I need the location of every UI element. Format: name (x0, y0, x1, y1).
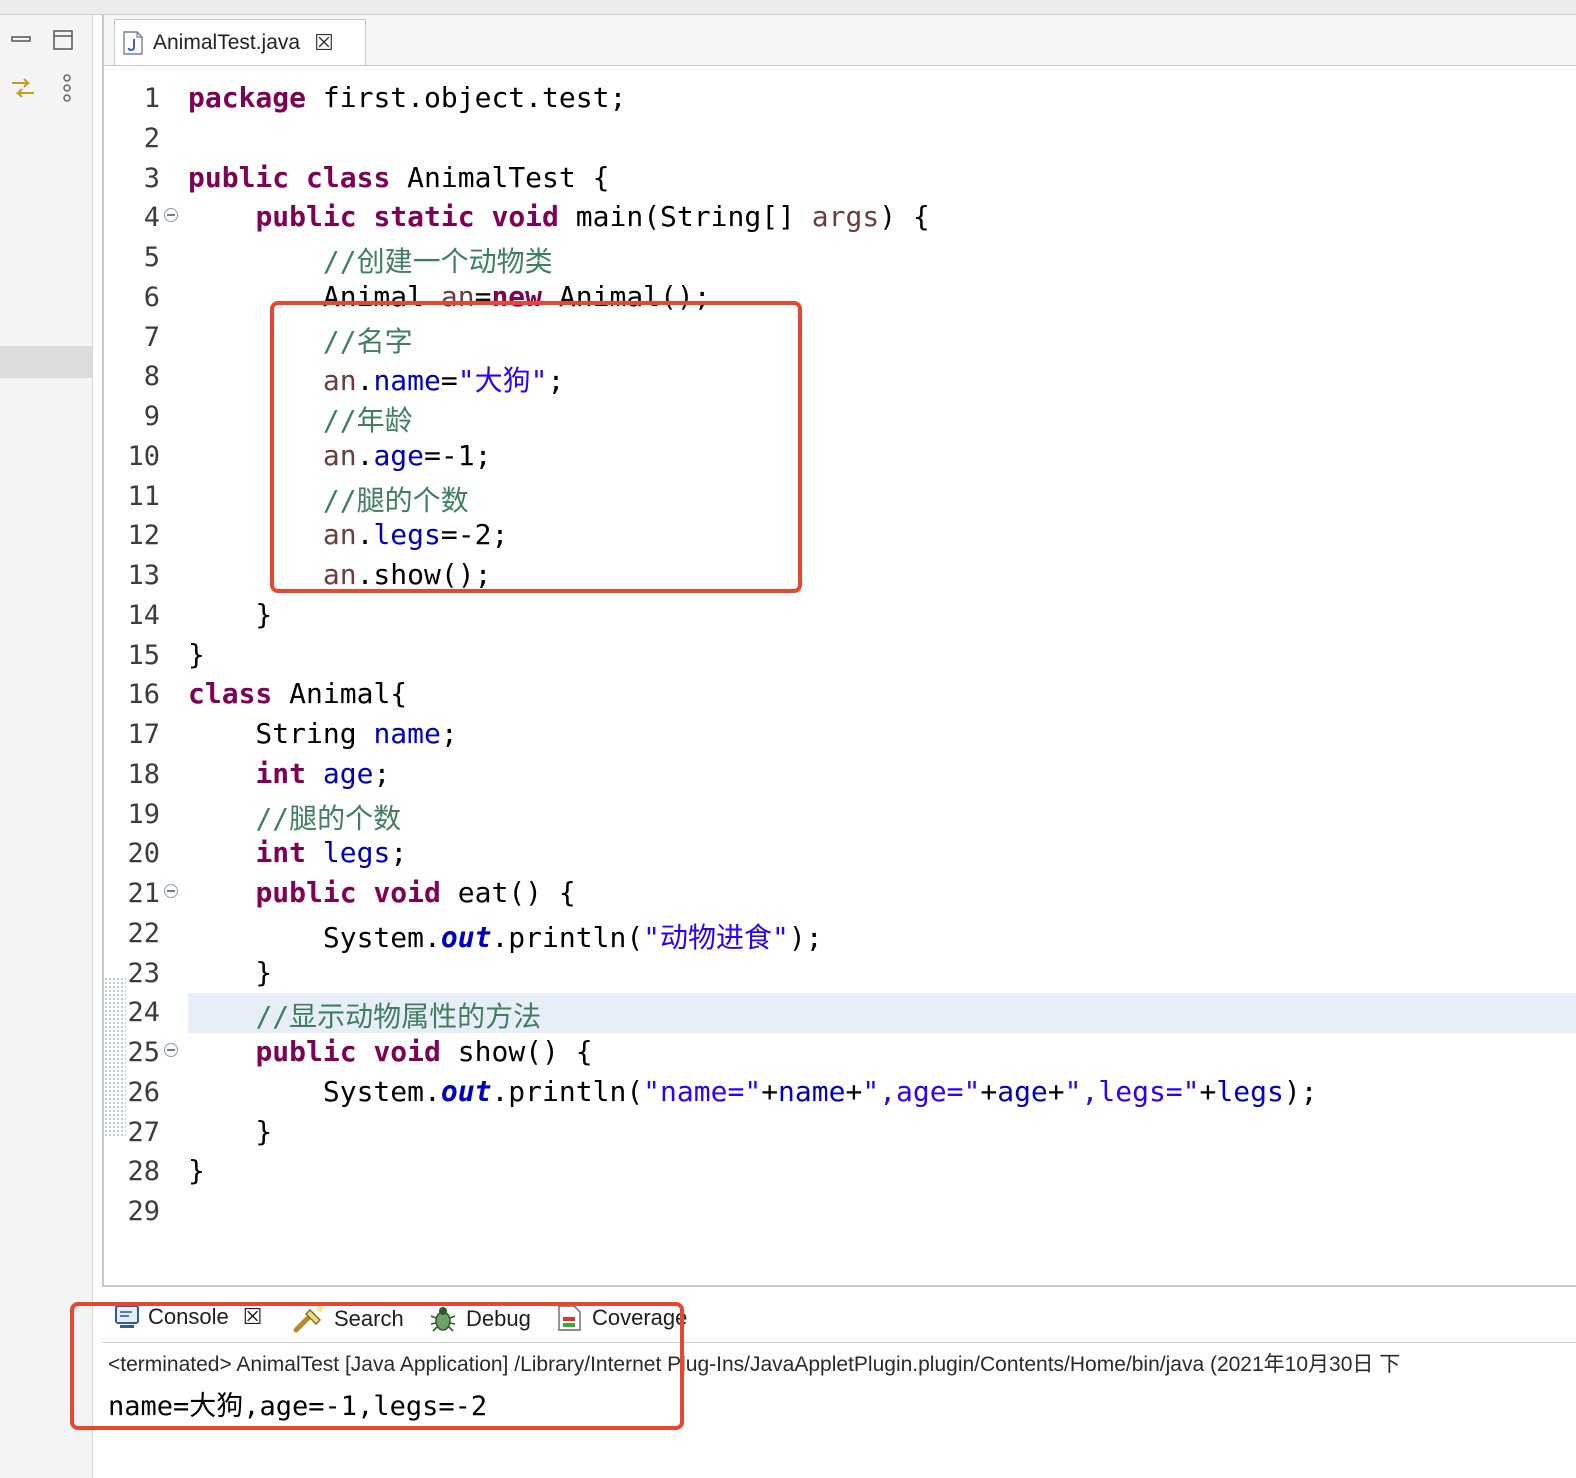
line-number: 10 (127, 440, 160, 472)
code-line[interactable]: 26 System.out.println("name="+name+",age… (104, 1073, 1576, 1113)
code-text: } (188, 597, 273, 631)
more-options-icon[interactable] (52, 73, 82, 103)
code-line[interactable]: 5 //创建一个动物类 (104, 238, 1576, 278)
code-line[interactable]: 2 (104, 119, 1576, 159)
line-number: 12 (127, 520, 160, 552)
code-text: String name; (188, 717, 458, 750)
maximize-icon[interactable] (48, 25, 78, 55)
line-number: 14 (127, 599, 160, 631)
close-tab-icon[interactable]: ☒ (314, 30, 334, 56)
code-text: } (188, 637, 205, 671)
java-file-icon (123, 30, 143, 55)
line-number: 6 (143, 281, 160, 313)
code-line[interactable]: 23 } (104, 954, 1576, 994)
code-text: int legs; (255, 836, 408, 870)
line-number: 18 (127, 758, 160, 790)
trim-selection (0, 346, 92, 378)
code-text: } (188, 1154, 205, 1188)
code-line[interactable]: 15} (104, 636, 1576, 676)
minimize-icon[interactable] (6, 25, 36, 55)
code-line[interactable]: 29 (104, 1192, 1576, 1232)
code-line[interactable]: 16 class Animal{ (104, 675, 1576, 715)
line-number: 1 (143, 83, 160, 114)
code-text: public static void main(String[] args) { (255, 200, 930, 234)
code-line[interactable]: 14 } (104, 596, 1576, 636)
line-number: 25 (127, 1037, 160, 1068)
code-text: class Animal{ (188, 677, 408, 711)
line-number: 19 (127, 798, 160, 830)
line-number: 26 (127, 1076, 160, 1108)
code-line[interactable]: 19 //腿的个数 (104, 795, 1576, 835)
line-number: 13 (127, 560, 160, 591)
line-number: 24 (127, 997, 160, 1029)
editor-tab-animaltest[interactable]: AnimalTest.java ☒ (114, 19, 366, 65)
annotation-box-console (70, 1302, 684, 1430)
line-number: 28 (127, 1156, 160, 1188)
code-text: //显示动物属性的方法 (255, 1000, 542, 1034)
fold-toggle-icon[interactable] (164, 208, 178, 223)
left-trim-bar (0, 15, 93, 1478)
code-text: } (188, 1114, 273, 1148)
code-line[interactable]: 18 int age; (104, 755, 1576, 795)
code-text: package first.object.test; (188, 81, 627, 114)
line-number: 17 (127, 719, 160, 750)
top-toolbar-strip (0, 0, 1576, 15)
line-number: 3 (143, 162, 160, 194)
line-number: 15 (127, 639, 160, 671)
code-text: int age; (255, 756, 391, 790)
code-text: //腿的个数 (255, 801, 402, 835)
editor-tab-label: AnimalTest.java (153, 30, 301, 54)
line-number: 7 (143, 321, 160, 353)
annotation-box-code (270, 301, 802, 593)
code-text: //创建一个动物类 (322, 245, 553, 278)
line-number: 20 (127, 838, 160, 870)
fold-toggle-icon[interactable] (164, 1043, 178, 1057)
line-number: 22 (127, 917, 160, 949)
code-line[interactable]: 17 String name; (104, 715, 1576, 755)
code-line[interactable]: 21 public void eat() { (104, 874, 1576, 914)
line-number: 9 (143, 401, 160, 432)
line-number: 4 (143, 202, 160, 234)
code-text: System.out.println("动物进食"); (188, 920, 823, 954)
line-number: 23 (127, 957, 160, 989)
line-number: 21 (127, 878, 160, 909)
editor-tab-bar: AnimalTest.java ☒ (104, 15, 1576, 66)
code-line[interactable]: 3 public class AnimalTest { (104, 159, 1576, 199)
java-editor: AnimalTest.java ☒ 1 package first.object.… (102, 15, 1576, 1287)
code-line[interactable]: 27 } (104, 1113, 1576, 1153)
line-number: 29 (127, 1196, 160, 1227)
code-line[interactable]: 20 int legs; (104, 834, 1576, 874)
line-number: 8 (143, 361, 160, 393)
code-line[interactable]: 4 public static void main(String[] args)… (104, 198, 1576, 238)
code-text: System.out.println("name="+name+",age="+… (188, 1074, 1318, 1108)
code-line[interactable]: 28} (104, 1152, 1576, 1192)
code-text: public class AnimalTest { (188, 160, 610, 194)
sync-arrows-icon[interactable] (8, 73, 38, 103)
line-number: 16 (127, 679, 160, 711)
line-number: 27 (127, 1116, 160, 1148)
code-text: public void eat() { (255, 876, 576, 909)
line-number: 11 (127, 480, 160, 512)
code-line[interactable]: 1 package first.object.test; (104, 79, 1576, 119)
code-text: } (188, 955, 273, 989)
line-number: 5 (143, 242, 160, 273)
code-text: public void show() { (255, 1035, 593, 1068)
code-line[interactable]: 22 System.out.println("动物进食"); (104, 914, 1576, 954)
code-line[interactable]: 25 public void show() { (104, 1033, 1576, 1073)
line-number: 2 (143, 122, 160, 154)
fold-toggle-icon[interactable] (164, 884, 178, 898)
code-line[interactable]: 24 //显示动物属性的方法 (104, 993, 1576, 1034)
